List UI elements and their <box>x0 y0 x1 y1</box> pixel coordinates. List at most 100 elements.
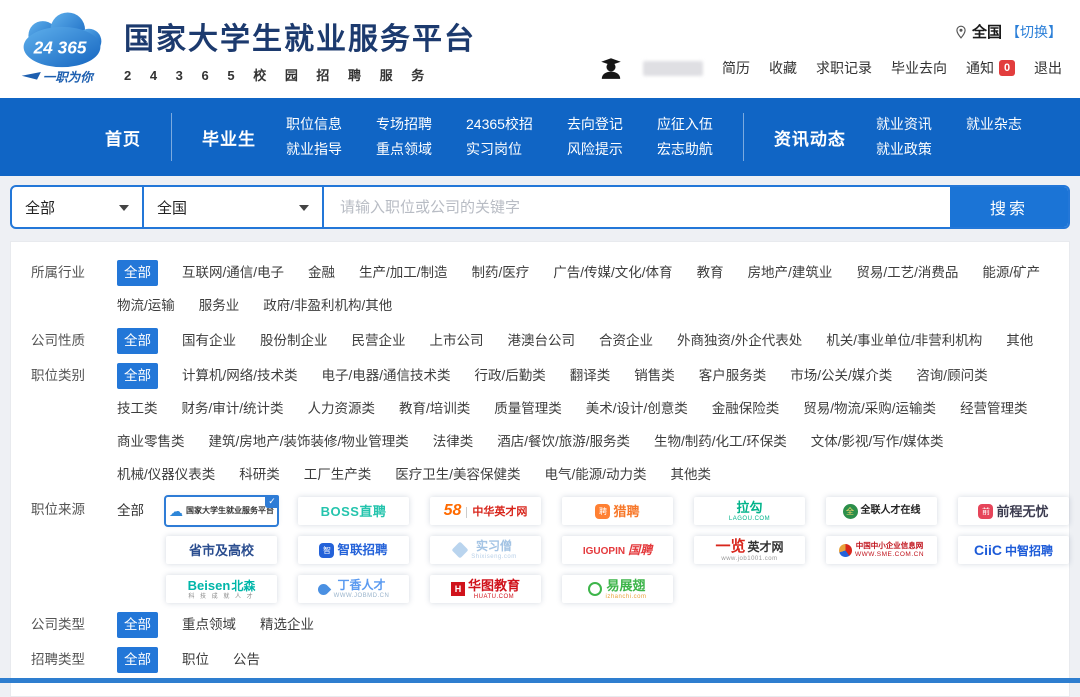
source-tile-iguopin[interactable]: IGUOPIN国聘 <box>562 536 673 564</box>
source-tile-ciic[interactable]: CiiC中智招聘 <box>958 536 1069 564</box>
filter-option[interactable]: 物流/运输 <box>117 293 175 319</box>
filter-option[interactable]: 美术/设计/创意类 <box>586 396 688 422</box>
filter-option[interactable]: 质量管理类 <box>494 396 562 422</box>
filter-option[interactable]: 医疗卫生/美容保健类 <box>395 462 520 488</box>
user-menu-收藏[interactable]: 收藏 <box>769 58 797 78</box>
nav-item-职位信息[interactable]: 职位信息 <box>286 117 342 132</box>
filter-option[interactable]: 重点领域 <box>182 612 236 638</box>
source-tile-yilan[interactable]: 一览英才网www.job1001.com <box>694 536 805 564</box>
filter-option[interactable]: 职位 <box>182 647 209 673</box>
filter-option[interactable]: 销售类 <box>634 363 675 389</box>
source-tile-yizhanchi[interactable]: 易展翅izhanchi.com <box>562 575 673 603</box>
source-tile-chinahr[interactable]: 58中华英才网 <box>430 497 541 525</box>
filter-option[interactable]: 建筑/房地产/装饰装修/物业管理类 <box>209 429 409 455</box>
filter-option[interactable]: 服务业 <box>199 293 240 319</box>
keyword-input[interactable] <box>324 187 950 227</box>
filter-option[interactable]: 房地产/建筑业 <box>748 260 833 286</box>
filter-option[interactable]: 财务/审计/统计类 <box>182 396 284 422</box>
nav-item-24365校招[interactable]: 24365校招 <box>466 117 533 132</box>
filter-option[interactable]: 公告 <box>233 647 260 673</box>
filter-option[interactable]: 技工类 <box>117 396 158 422</box>
filter-option-selected[interactable]: 全部 <box>117 647 158 673</box>
filter-option[interactable]: 港澳台公司 <box>508 328 576 354</box>
filter-option[interactable]: 其他 <box>1006 328 1033 354</box>
filter-option[interactable]: 上市公司 <box>430 328 484 354</box>
filter-option[interactable]: 教育/培训类 <box>399 396 470 422</box>
filter-option[interactable]: 机关/事业单位/非营利机构 <box>826 328 982 354</box>
filter-option[interactable]: 法律类 <box>433 429 474 455</box>
filter-option[interactable]: 经营管理类 <box>960 396 1028 422</box>
filter-option[interactable]: 文体/影视/写作/媒体类 <box>811 429 944 455</box>
source-tile-quanlian[interactable]: 全联人才在线 <box>826 497 937 525</box>
filter-option[interactable]: 金融保险类 <box>712 396 780 422</box>
filter-option[interactable]: 计算机/网络/技术类 <box>182 363 298 389</box>
nav-item-news[interactable]: 资讯动态 <box>774 125 846 150</box>
filter-option[interactable]: 互联网/通信/电子 <box>182 260 284 286</box>
source-tile-zhilian[interactable]: 智联招聘 <box>298 536 409 564</box>
nav-item-就业杂志[interactable]: 就业杂志 <box>966 117 1022 132</box>
filter-option[interactable]: 生物/制药/化工/环保类 <box>654 429 787 455</box>
nav-item-graduates[interactable]: 毕业生 <box>202 125 256 150</box>
source-tile-dxy[interactable]: 丁香人才WWW.JOBMD.CN <box>298 575 409 603</box>
source-tile-beisen[interactable]: Beisen北森科 技 成 就 人 才 <box>166 575 277 603</box>
filter-option[interactable]: 精选企业 <box>260 612 314 638</box>
filter-option[interactable]: 其他类 <box>671 462 712 488</box>
filter-option[interactable]: 民营企业 <box>352 328 406 354</box>
filter-option[interactable]: 能源/矿产 <box>982 260 1040 286</box>
search-button[interactable]: 搜索 <box>950 187 1068 227</box>
filter-option[interactable]: 贸易/工艺/消费品 <box>856 260 958 286</box>
filter-option[interactable]: 机械/仪器仪表类 <box>117 462 215 488</box>
nav-item-就业指导[interactable]: 就业指导 <box>286 142 342 157</box>
filter-option[interactable]: 股份制企业 <box>260 328 328 354</box>
filter-option[interactable]: 合资企业 <box>599 328 653 354</box>
filter-option[interactable]: 电子/电器/通信技术类 <box>322 363 451 389</box>
filter-option-selected[interactable]: 全部 <box>117 363 158 389</box>
user-menu-毕业去向[interactable]: 毕业去向 <box>891 58 947 78</box>
filter-option-selected[interactable]: 全部 <box>117 260 158 286</box>
source-tile-lagou[interactable]: 拉勾LAGOU.COM <box>694 497 805 525</box>
filter-option[interactable]: 外商独资/外企代表处 <box>677 328 802 354</box>
filter-option[interactable]: 国有企业 <box>182 328 236 354</box>
filter-option[interactable]: 金融 <box>308 260 335 286</box>
filter-option[interactable]: 制药/医疗 <box>472 260 530 286</box>
filter-option[interactable]: 广告/传媒/文化/体育 <box>553 260 672 286</box>
filter-option[interactable]: 生产/加工/制造 <box>359 260 448 286</box>
region-select[interactable]: 全国 <box>144 187 324 227</box>
logout-link[interactable]: 退出 <box>1034 58 1062 78</box>
filter-option[interactable]: 酒店/餐饮/旅游/服务类 <box>497 429 630 455</box>
filter-option[interactable]: 工厂生产类 <box>304 462 372 488</box>
nav-item-宏志助航[interactable]: 宏志助航 <box>657 142 713 157</box>
filter-option-selected[interactable]: 全部 <box>117 612 158 638</box>
nav-item-home[interactable]: 首页 <box>105 125 141 150</box>
filter-option[interactable]: 翻译类 <box>570 363 611 389</box>
notifications-link[interactable]: 通知 0 <box>966 58 1015 78</box>
nav-item-风险提示[interactable]: 风险提示 <box>567 142 623 157</box>
filter-option[interactable]: 市场/公关/媒介类 <box>790 363 892 389</box>
filter-option[interactable]: 行政/后勤类 <box>475 363 546 389</box>
filter-option-selected[interactable]: 全部 <box>117 328 158 354</box>
location-switch-link[interactable]: 【切换】 <box>1006 22 1062 42</box>
source-tile-ncss[interactable]: 国家大学生就业服务平台✓ <box>166 497 277 525</box>
nav-item-就业资讯[interactable]: 就业资讯 <box>876 117 932 132</box>
nav-item-应征入伍[interactable]: 应征入伍 <box>657 117 713 132</box>
nav-item-去向登记[interactable]: 去向登记 <box>567 117 623 132</box>
nav-item-实习岗位[interactable]: 实习岗位 <box>466 142 533 157</box>
source-tile-liepin[interactable]: 猎聘 <box>562 497 673 525</box>
nav-item-就业政策[interactable]: 就业政策 <box>876 142 932 157</box>
source-tile-huatu[interactable]: 华图教育HUATU.COM <box>430 575 541 603</box>
source-tile-qcwy[interactable]: 前程无忧 <box>958 497 1069 525</box>
filter-option[interactable]: 客户服务类 <box>699 363 767 389</box>
filter-option[interactable]: 人力资源类 <box>308 396 376 422</box>
filter-option[interactable]: 商业零售类 <box>117 429 185 455</box>
filter-option[interactable]: 政府/非盈利机构/其他 <box>263 293 392 319</box>
nav-item-专场招聘[interactable]: 专场招聘 <box>376 117 432 132</box>
filter-option[interactable]: 咨询/顾问类 <box>916 363 987 389</box>
filter-option[interactable]: 贸易/物流/采购/运输类 <box>803 396 936 422</box>
filter-option[interactable]: 电气/能源/动力类 <box>545 462 647 488</box>
source-tile-sme[interactable]: 中国中小企业信息网WWW.SME.COM.CN <box>826 536 937 564</box>
user-menu-求职记录[interactable]: 求职记录 <box>816 58 872 78</box>
source-tile-shixiseng[interactable]: 实习僧Shixiseng.com <box>430 536 541 564</box>
filter-option[interactable]: 教育 <box>697 260 724 286</box>
category-select[interactable]: 全部 <box>12 187 144 227</box>
nav-item-重点领域[interactable]: 重点领域 <box>376 142 432 157</box>
